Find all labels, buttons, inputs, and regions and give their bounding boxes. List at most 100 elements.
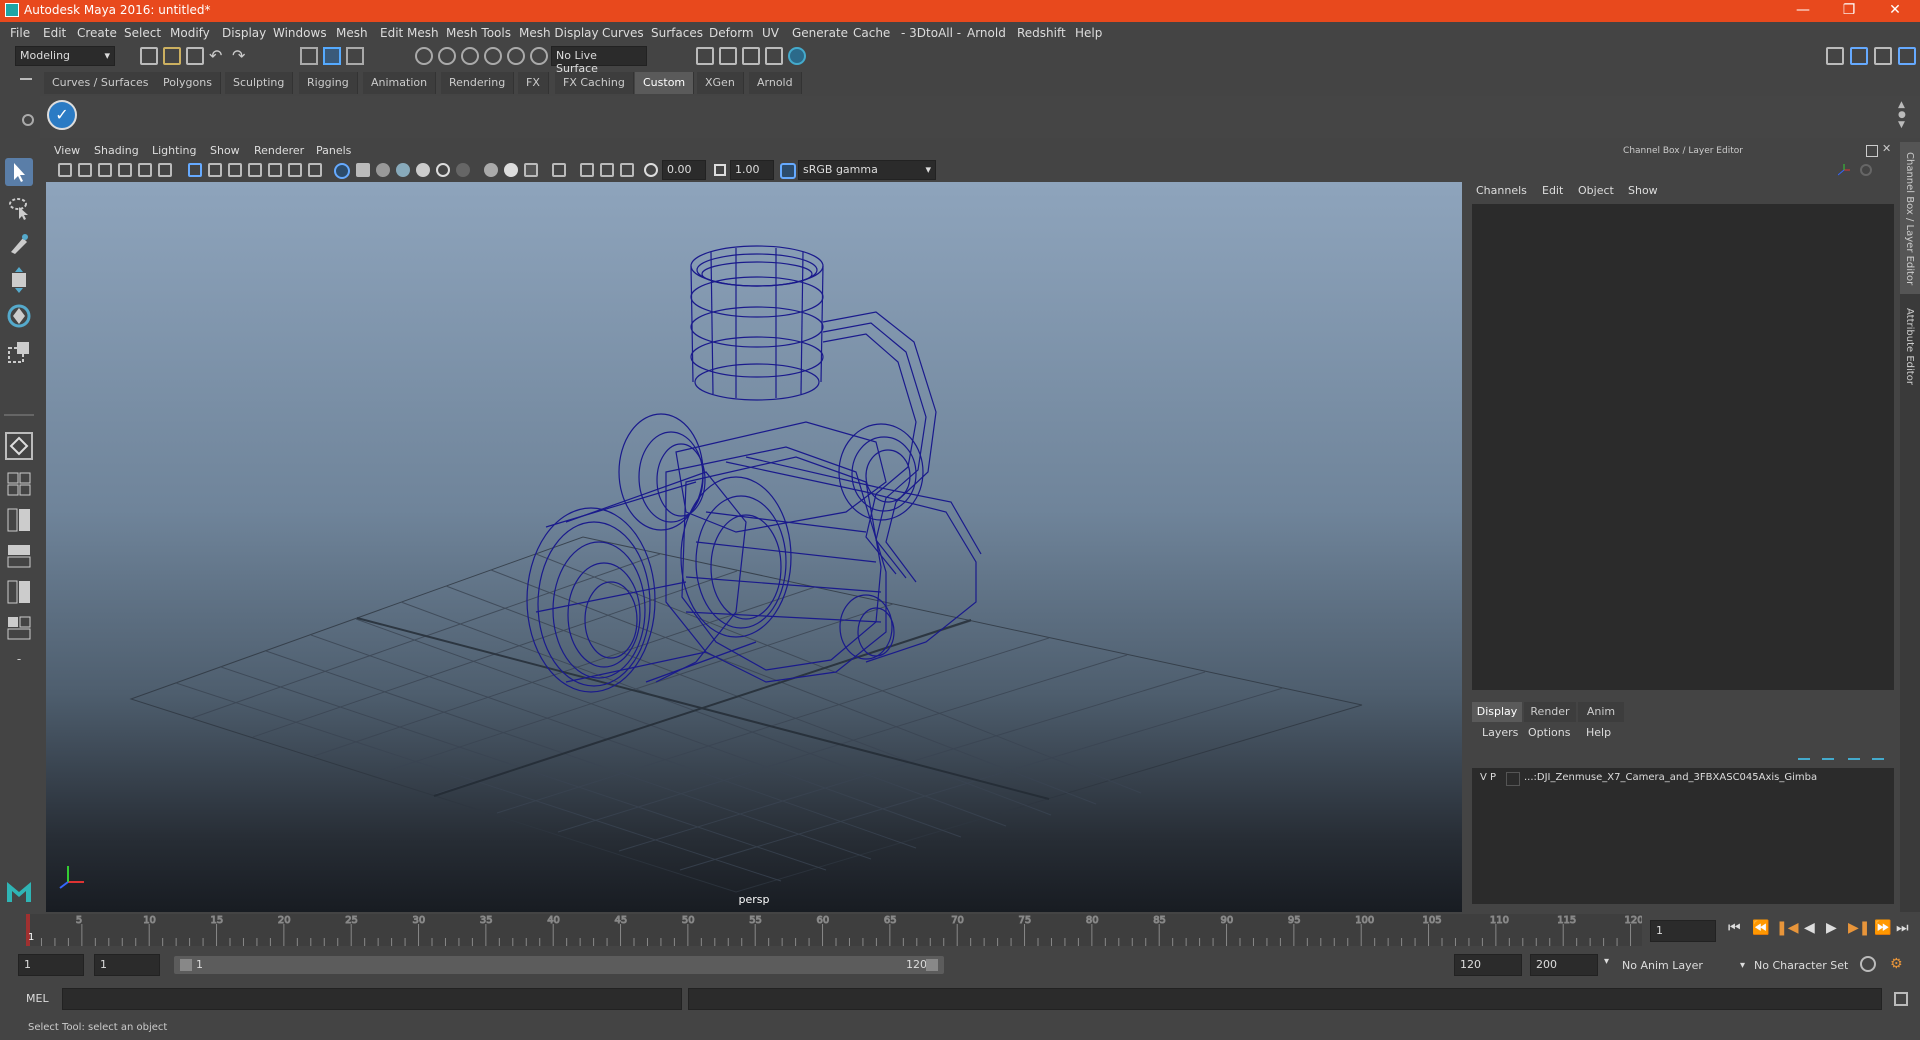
save-scene-icon[interactable] bbox=[186, 47, 204, 65]
resolution-gate-icon[interactable] bbox=[228, 163, 242, 177]
chevron-down-icon[interactable]: ▾ bbox=[1604, 956, 1609, 967]
menu-arnold[interactable]: Arnold bbox=[967, 26, 1006, 40]
shelf-scroll-icon[interactable]: ▲ ● ▼ bbox=[1898, 100, 1906, 130]
snap-curve-icon[interactable] bbox=[438, 47, 456, 65]
exposure-icon[interactable] bbox=[644, 163, 658, 177]
single-perspective-layout-icon[interactable] bbox=[5, 432, 33, 460]
menu-help[interactable]: Help bbox=[1075, 26, 1102, 40]
range-end-handle[interactable] bbox=[926, 959, 938, 971]
menu-mesh-tools[interactable]: Mesh Tools bbox=[446, 26, 511, 40]
live-surface-field[interactable]: No Live Surface bbox=[551, 46, 647, 75]
menu-generate[interactable]: Generate bbox=[792, 26, 848, 40]
use-all-lights-icon[interactable] bbox=[416, 163, 430, 177]
more-layouts-icon[interactable]: - bbox=[5, 652, 33, 680]
tab-xgen[interactable]: XGen bbox=[697, 72, 744, 94]
animation-start-field[interactable]: 1 bbox=[18, 954, 84, 976]
step-back-key-icon[interactable]: ❚◀ bbox=[1776, 920, 1799, 936]
script-editor-icon[interactable] bbox=[1894, 992, 1908, 1006]
viewport-persp[interactable]: persp bbox=[46, 182, 1462, 912]
screen-space-ao-icon[interactable] bbox=[456, 163, 470, 177]
cb-menu-show[interactable]: Show bbox=[1628, 184, 1658, 197]
range-slider[interactable]: 1 120 bbox=[174, 956, 944, 974]
vp-menu-view[interactable]: View bbox=[54, 144, 80, 157]
film-gate-icon[interactable] bbox=[208, 163, 222, 177]
gate-mask-icon[interactable] bbox=[248, 163, 262, 177]
exposure-field[interactable]: 0.00 bbox=[662, 160, 706, 180]
layer-visibility-toggle[interactable]: V bbox=[1480, 772, 1487, 783]
menu-mesh[interactable]: Mesh bbox=[336, 26, 368, 40]
tab-rendering[interactable]: Rendering bbox=[441, 72, 515, 94]
le-menu-layers[interactable]: Layers bbox=[1482, 726, 1518, 739]
custom-check-icon[interactable]: ✓ bbox=[47, 100, 77, 130]
menu-uv[interactable]: UV bbox=[762, 26, 779, 40]
vp-menu-shading[interactable]: Shading bbox=[94, 144, 139, 157]
attribute-editor-toggle-icon[interactable] bbox=[1898, 47, 1916, 65]
xray-joints-icon[interactable] bbox=[620, 163, 634, 177]
field-chart-icon[interactable] bbox=[268, 163, 282, 177]
speed-icon[interactable] bbox=[1860, 164, 1872, 176]
animation-preferences-icon[interactable]: ⚙ bbox=[1890, 956, 1906, 972]
menu-create[interactable]: Create bbox=[77, 26, 117, 40]
snap-live-icon[interactable] bbox=[507, 47, 525, 65]
make-live-icon[interactable] bbox=[530, 47, 548, 65]
persp-outliner-layout-icon[interactable] bbox=[5, 506, 33, 534]
side-tab-attribute-editor[interactable]: Attribute Editor bbox=[1900, 298, 1920, 388]
go-to-start-icon[interactable]: ⏮ bbox=[1728, 920, 1741, 936]
layer-name[interactable]: ...:DJI_Zenmuse_X7_Camera_and_3FBXASC045… bbox=[1524, 772, 1817, 783]
tab-display[interactable]: Display bbox=[1472, 702, 1522, 722]
channel-box-toggle-icon[interactable] bbox=[1850, 47, 1868, 65]
tab-render[interactable]: Render bbox=[1524, 702, 1576, 722]
move-tool-icon[interactable] bbox=[5, 266, 33, 294]
four-view-layout-icon[interactable] bbox=[5, 470, 33, 498]
select-tool-icon[interactable] bbox=[5, 158, 33, 186]
hypershade-icon[interactable] bbox=[765, 47, 783, 65]
current-frame-field[interactable]: 1 bbox=[1650, 920, 1716, 942]
motion-blur-icon[interactable] bbox=[484, 163, 498, 177]
float-panel-icon[interactable] bbox=[1866, 145, 1878, 157]
snap-view-plane-icon[interactable] bbox=[484, 47, 502, 65]
auto-key-icon[interactable] bbox=[1860, 956, 1876, 972]
menu-display[interactable]: Display bbox=[222, 26, 266, 40]
persp-graph-layout-icon[interactable] bbox=[5, 542, 33, 570]
step-forward-key-icon[interactable]: ▶❚ bbox=[1848, 920, 1871, 936]
menu-select[interactable]: Select bbox=[124, 26, 161, 40]
manipulator-icon[interactable] bbox=[1837, 164, 1850, 176]
menu-3dtoall[interactable]: - 3DtoAll - bbox=[901, 26, 961, 40]
tab-curves-surfaces[interactable]: Curves / Surfaces bbox=[44, 72, 158, 94]
vp-menu-panels[interactable]: Panels bbox=[316, 144, 351, 157]
select-hierarchy-icon[interactable] bbox=[300, 47, 318, 65]
isolate-select-icon[interactable] bbox=[552, 163, 566, 177]
move-layer-down-icon[interactable] bbox=[1822, 748, 1834, 760]
play-forwards-icon[interactable]: ▶ bbox=[1826, 920, 1837, 936]
step-forward-frame-icon[interactable]: ⏩ bbox=[1874, 920, 1891, 936]
layer-color-swatch[interactable] bbox=[1506, 772, 1520, 786]
vp-menu-show[interactable]: Show bbox=[210, 144, 240, 157]
select-component-icon[interactable] bbox=[346, 47, 364, 65]
cb-menu-object[interactable]: Object bbox=[1578, 184, 1614, 197]
gamma-field[interactable]: 1.00 bbox=[730, 160, 774, 180]
hypershade-layout-icon[interactable] bbox=[5, 578, 33, 606]
vp-menu-renderer[interactable]: Renderer bbox=[254, 144, 304, 157]
gamma-icon[interactable] bbox=[714, 164, 726, 176]
image-plane-icon[interactable] bbox=[118, 163, 132, 177]
camera-attributes-icon[interactable] bbox=[78, 163, 92, 177]
render-view-icon[interactable] bbox=[788, 47, 806, 65]
vp-menu-lighting[interactable]: Lighting bbox=[152, 144, 196, 157]
script-language-label[interactable]: MEL bbox=[26, 992, 49, 1005]
le-menu-options[interactable]: Options bbox=[1528, 726, 1570, 739]
new-scene-icon[interactable] bbox=[140, 47, 158, 65]
move-layer-up-icon[interactable] bbox=[1798, 748, 1810, 760]
menu-edit-mesh[interactable]: Edit Mesh bbox=[380, 26, 439, 40]
wireframe-on-shaded-icon[interactable] bbox=[376, 163, 390, 177]
command-input[interactable] bbox=[62, 988, 682, 1010]
tab-fx[interactable]: FX bbox=[518, 72, 549, 94]
play-backwards-icon[interactable]: ◀ bbox=[1804, 920, 1815, 936]
menu-modify[interactable]: Modify bbox=[170, 26, 210, 40]
tab-rigging[interactable]: Rigging bbox=[299, 72, 358, 94]
camera-select-icon[interactable] bbox=[58, 163, 72, 177]
menu-cache[interactable]: Cache bbox=[853, 26, 890, 40]
modeling-toolkit-icon[interactable] bbox=[1826, 47, 1844, 65]
shelf-menu-icon[interactable] bbox=[20, 78, 32, 80]
shelf-settings-icon[interactable] bbox=[22, 114, 34, 126]
go-to-end-icon[interactable]: ⏭ bbox=[1896, 920, 1909, 936]
